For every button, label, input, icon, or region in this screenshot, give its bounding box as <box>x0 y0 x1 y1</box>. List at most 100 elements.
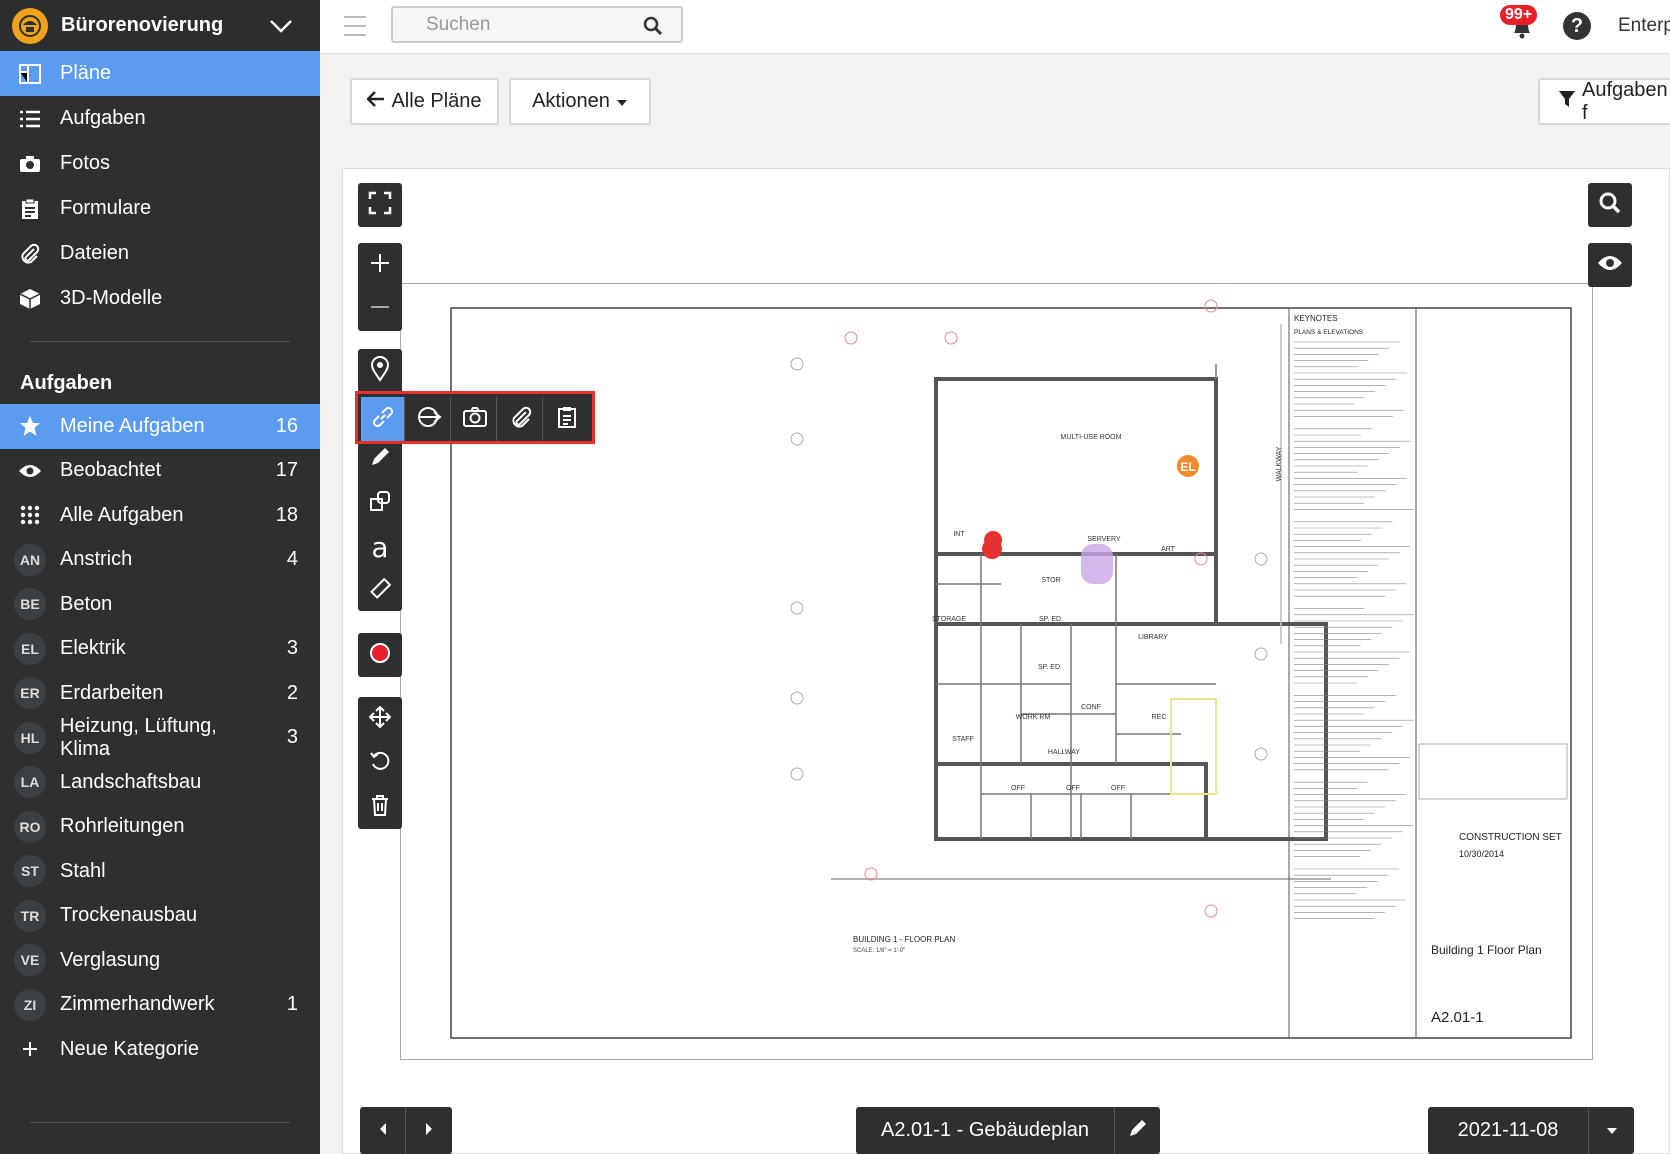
category-label: Elektrik <box>60 637 126 660</box>
form-tool[interactable] <box>545 397 589 441</box>
category-item[interactable]: HL Heizung, Lüftung, Klima 3 <box>0 715 320 761</box>
category-badge: LA <box>14 766 46 799</box>
category-label: Beton <box>60 592 113 615</box>
category-item[interactable]: BE Beton <box>0 582 320 627</box>
notification-badge[interactable]: 99+ <box>1500 5 1538 25</box>
task-filter-star[interactable]: Meine Aufgaben 16 <box>0 404 320 449</box>
all-plans-button[interactable]: Alle Pläne <box>350 78 499 125</box>
measure-tool[interactable] <box>358 569 402 613</box>
help-icon[interactable]: ? <box>1563 12 1591 40</box>
task-filter-label: Beobachtet <box>60 459 162 482</box>
pencil-icon <box>369 446 391 473</box>
category-item[interactable]: TR Trockenausbau <box>0 894 320 939</box>
room-label: WALKWAY <box>1276 446 1283 481</box>
sidebar: Bürorenovierung Pläne Aufgaben Fotos Formul… <box>0 0 320 1154</box>
category-badge: EL <box>14 632 46 665</box>
organization-name[interactable]: Enterp <box>1618 15 1670 37</box>
fullscreen-button[interactable] <box>358 183 402 227</box>
category-item[interactable]: EL Elektrik 3 <box>0 627 320 672</box>
next-sheet-button[interactable] <box>406 1107 452 1154</box>
search-icon[interactable] <box>643 16 663 42</box>
category-label: Trockenausbau <box>60 904 198 927</box>
plans-icon <box>0 63 60 84</box>
rotate-icon <box>369 750 391 777</box>
category-badge: RO <box>14 810 46 843</box>
text-tool[interactable]: a <box>358 525 402 569</box>
menu-icon[interactable] <box>344 16 366 43</box>
category-label: Rohrleitungen <box>60 815 185 838</box>
version-selector[interactable]: 2021-11-08 <box>1428 1107 1634 1154</box>
sidebar-item-pläne[interactable]: Pläne <box>0 51 320 96</box>
tasks-filter-label: Aufgaben f <box>1582 78 1668 124</box>
actions-dropdown[interactable]: Aktionen <box>509 78 651 125</box>
new-category-button[interactable]: Neue Kategorie <box>0 1027 320 1072</box>
edit-sheet-button[interactable] <box>1114 1107 1160 1154</box>
project-logo-icon <box>12 7 48 44</box>
chevron-down-icon[interactable] <box>264 19 298 33</box>
edit-tools <box>358 697 402 829</box>
link-icon <box>371 405 395 434</box>
caret-down-icon[interactable] <box>1588 1107 1634 1154</box>
visibility-button[interactable] <box>1588 243 1632 287</box>
category-label: Erdarbeiten <box>60 681 164 704</box>
room-label: SERVERY <box>1087 536 1121 543</box>
category-label: Anstrich <box>60 548 133 571</box>
category-item[interactable]: VE Verglasung <box>0 938 320 983</box>
text-icon: a <box>371 530 389 564</box>
eye-icon <box>1596 253 1624 278</box>
category-item[interactable]: ER Erdarbeiten 2 <box>0 671 320 716</box>
zoom-in-button[interactable] <box>358 243 402 287</box>
sidebar-item-fotos[interactable]: Fotos <box>0 141 320 186</box>
category-item[interactable]: ZI Zimmerhandwerk 1 <box>0 983 320 1028</box>
chevron-left-icon <box>378 1119 388 1142</box>
room-label: OFF <box>1111 785 1125 792</box>
category-item[interactable]: AN Anstrich 4 <box>0 538 320 583</box>
camera-icon <box>462 406 488 433</box>
color-picker-button[interactable] <box>358 633 402 677</box>
link-tool[interactable] <box>361 397 405 441</box>
pin-tool[interactable] <box>358 349 402 393</box>
filter-icon <box>1558 90 1576 114</box>
project-switcher[interactable]: Bürorenovierung <box>0 0 320 51</box>
undo-tool[interactable] <box>358 741 402 785</box>
sheet-selector[interactable]: A2.01-1 - Gebäudeplan <box>856 1107 1160 1154</box>
cube-icon <box>0 288 60 310</box>
category-badge: ST <box>14 855 46 888</box>
task-filter-eye[interactable]: Beobachtet 17 <box>0 449 320 494</box>
construction-set-label: CONSTRUCTION SET <box>1459 832 1562 843</box>
link-tools-popout <box>355 391 595 444</box>
sidebar-divider <box>30 341 290 342</box>
sidebar-item-aufgaben[interactable]: Aufgaben <box>0 96 320 141</box>
search-input[interactable]: Suchen <box>391 6 683 43</box>
file-tool[interactable] <box>499 397 543 441</box>
delete-tool[interactable] <box>358 785 402 829</box>
move-icon <box>368 705 392 733</box>
photo-tool[interactable] <box>453 397 497 441</box>
zoom-out-button[interactable] <box>358 287 402 331</box>
section-link-tool[interactable] <box>407 397 451 441</box>
zoom-controls <box>358 243 402 331</box>
room-label: STORAGE <box>932 616 966 623</box>
search-plan-button[interactable] <box>1588 183 1632 227</box>
room-label: REC <box>1152 714 1167 721</box>
task-filter-grid[interactable]: Alle Aufgaben 18 <box>0 493 320 538</box>
category-item[interactable]: RO Rohrleitungen <box>0 805 320 850</box>
task-filter-label: Meine Aufgaben <box>60 414 205 437</box>
category-item[interactable]: LA Landschaftsbau <box>0 760 320 805</box>
move-tool[interactable] <box>358 697 402 741</box>
all-plans-label: Alle Pläne <box>391 90 482 112</box>
version-date: 2021-11-08 <box>1457 1119 1559 1141</box>
shape-tool[interactable] <box>358 481 402 525</box>
prev-sheet-button[interactable] <box>360 1107 406 1154</box>
pencil-icon <box>1128 1118 1148 1144</box>
category-badge: HL <box>14 721 46 754</box>
clipboard-icon <box>0 198 60 220</box>
fullscreen-icon <box>368 191 392 220</box>
plan-title-label: BUILDING 1 - FLOOR PLAN <box>853 935 955 944</box>
category-item[interactable]: ST Stahl <box>0 849 320 894</box>
plus-icon <box>369 252 391 279</box>
sidebar-item-formulare[interactable]: Formulare <box>0 186 320 231</box>
sidebar-item-dateien[interactable]: Dateien <box>0 231 320 276</box>
sidebar-item-3d-modelle[interactable]: 3D-Modelle <box>0 276 320 321</box>
tasks-filter-button[interactable]: Aufgaben f <box>1538 78 1670 125</box>
